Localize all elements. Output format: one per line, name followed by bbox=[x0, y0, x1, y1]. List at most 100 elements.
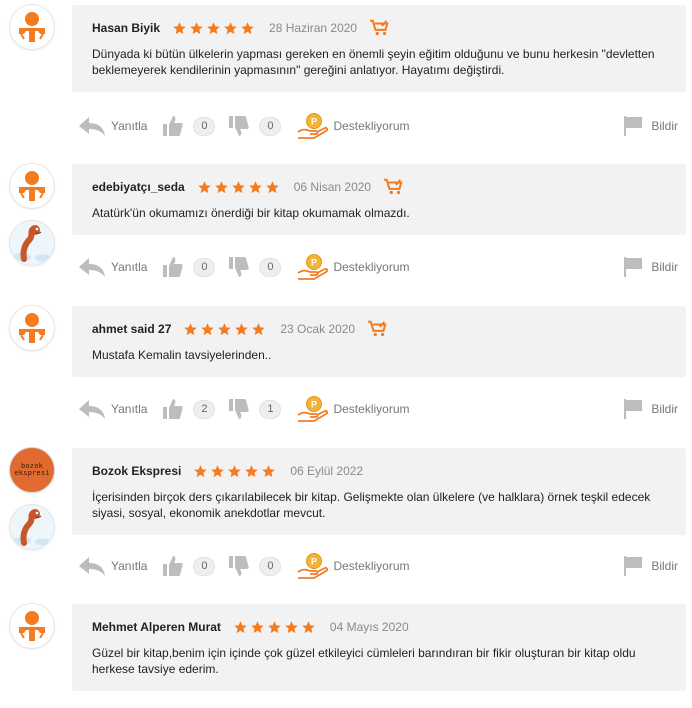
reply-button[interactable]: Yanıtla bbox=[78, 256, 147, 278]
cart-check-icon bbox=[368, 320, 387, 337]
review-bubble: Mehmet Alperen Murat 04 Mayıs 2020 Güzel… bbox=[72, 604, 686, 691]
reply-icon bbox=[79, 117, 105, 136]
review-username[interactable]: Bozok Ekspresi bbox=[92, 464, 181, 478]
flag-icon bbox=[624, 556, 643, 576]
review-text: Dünyada ki bütün ülkelerin yapması gerek… bbox=[92, 47, 655, 77]
star-icon bbox=[201, 322, 215, 335]
star-icon bbox=[265, 180, 279, 193]
star-icon bbox=[214, 180, 228, 193]
support-button[interactable]: P Destekliyorum bbox=[297, 253, 410, 281]
reply-label: Yanıtla bbox=[111, 559, 148, 573]
like-button[interactable]: 0 bbox=[163, 555, 216, 577]
star-icon bbox=[184, 322, 198, 335]
cart-check-icon bbox=[370, 19, 389, 36]
avatar-column bbox=[10, 5, 54, 62]
review-header: Hasan Biyik 28 Haziran 2020 bbox=[92, 18, 666, 38]
dislike-count: 0 bbox=[259, 116, 282, 136]
review-header: edebiyatçı_seda 06 Nisan 2020 bbox=[92, 177, 666, 197]
support-coin-hand-icon: P bbox=[297, 113, 329, 139]
review-username[interactable]: Hasan Biyik bbox=[92, 21, 160, 35]
dislike-button[interactable]: 0 bbox=[229, 115, 282, 137]
review-username[interactable]: edebiyatçı_seda bbox=[92, 180, 185, 194]
review-text: Güzel bir kitap,benim için içinde çok gü… bbox=[92, 646, 636, 676]
support-coin-hand-icon: P bbox=[297, 553, 329, 579]
report-button[interactable]: Bildir bbox=[623, 257, 678, 277]
reply-button[interactable]: Yanıtla bbox=[78, 555, 147, 577]
star-icon bbox=[248, 180, 262, 193]
star-icon bbox=[251, 620, 264, 633]
avatar[interactable] bbox=[10, 306, 54, 350]
report-label: Bildir bbox=[651, 260, 678, 274]
like-count: 0 bbox=[193, 116, 216, 136]
review-text: Atatürk'ün okumamızı önerdiği bir kitap … bbox=[92, 206, 410, 220]
review-header: ahmet said 27 23 Ocak 2020 bbox=[92, 319, 666, 339]
support-coin-hand-icon: P bbox=[297, 254, 329, 280]
support-coin-hand-icon: P bbox=[297, 396, 329, 422]
support-button[interactable]: P Destekliyorum bbox=[297, 552, 410, 580]
svg-text:P: P bbox=[311, 557, 317, 567]
like-count: 0 bbox=[193, 556, 216, 576]
dislike-count: 0 bbox=[259, 257, 282, 277]
review-header: Bozok Ekspresi 06 Eylül 2022 bbox=[92, 461, 666, 481]
avatar[interactable] bbox=[10, 5, 54, 49]
reply-icon bbox=[79, 557, 105, 576]
star-icon bbox=[207, 21, 220, 34]
star-icon bbox=[268, 620, 281, 633]
rating-stars bbox=[172, 21, 255, 36]
review-actions: Yanıtla 0 0 P Destekliyorum Bildir bbox=[78, 553, 678, 579]
thumbs-up-icon bbox=[163, 257, 184, 277]
review-text: İçerisinden birçok ders çıkarılabilecek … bbox=[92, 490, 651, 520]
star-icon bbox=[190, 21, 203, 34]
support-button[interactable]: P Destekliyorum bbox=[297, 112, 410, 140]
dislike-button[interactable]: 0 bbox=[229, 555, 282, 577]
review-date: 06 Nisan 2020 bbox=[293, 180, 372, 194]
avatar[interactable] bbox=[10, 164, 54, 208]
review-username[interactable]: Mehmet Alperen Murat bbox=[92, 620, 221, 634]
report-button[interactable]: Bildir bbox=[623, 556, 678, 576]
avatar[interactable]: bozok ekspresi bbox=[10, 448, 54, 492]
dislike-button[interactable]: 0 bbox=[229, 256, 282, 278]
dislike-button[interactable]: 1 bbox=[229, 398, 282, 420]
report-button[interactable]: Bildir bbox=[623, 399, 678, 419]
report-button[interactable]: Bildir bbox=[623, 116, 678, 136]
avatar[interactable] bbox=[10, 221, 54, 265]
reply-button[interactable]: Yanıtla bbox=[78, 398, 147, 420]
review-actions: Yanıtla 2 1 P Destekliyorum Bildir bbox=[78, 396, 678, 422]
star-icon bbox=[245, 464, 259, 477]
worm-icon bbox=[13, 225, 51, 262]
support-label: Destekliyorum bbox=[333, 402, 410, 416]
support-label: Destekliyorum bbox=[333, 119, 410, 133]
like-button[interactable]: 2 bbox=[163, 398, 216, 420]
reply-label: Yanıtla bbox=[111, 402, 148, 416]
thumbs-up-icon bbox=[163, 399, 184, 419]
review-date: 23 Ocak 2020 bbox=[280, 322, 356, 336]
rating-stars bbox=[197, 180, 280, 195]
star-icon bbox=[197, 180, 211, 193]
support-label: Destekliyorum bbox=[333, 559, 410, 573]
star-icon bbox=[285, 620, 298, 633]
review-header: Mehmet Alperen Murat 04 Mayıs 2020 bbox=[92, 617, 666, 637]
default-user-icon bbox=[19, 611, 45, 641]
star-icon bbox=[231, 180, 245, 193]
reply-button[interactable]: Yanıtla bbox=[78, 115, 147, 137]
like-button[interactable]: 0 bbox=[163, 256, 216, 278]
review-date: 06 Eylül 2022 bbox=[290, 464, 364, 478]
avatar-column bbox=[10, 604, 54, 661]
review-bubble: Hasan Biyik 28 Haziran 2020 Dünyada ki b… bbox=[72, 5, 686, 92]
review-username[interactable]: ahmet said 27 bbox=[92, 322, 171, 336]
thumbs-down-icon bbox=[229, 257, 250, 277]
report-label: Bildir bbox=[651, 559, 678, 573]
cart-check-icon bbox=[384, 178, 403, 195]
svg-text:P: P bbox=[311, 400, 317, 410]
star-icon bbox=[194, 464, 208, 477]
review-bubble: ahmet said 27 23 Ocak 2020 Mustafa Kemal… bbox=[72, 306, 686, 377]
rating-stars bbox=[193, 464, 276, 479]
star-icon bbox=[241, 21, 254, 34]
rating-stars bbox=[183, 322, 266, 337]
like-button[interactable]: 0 bbox=[163, 115, 216, 137]
avatar[interactable] bbox=[10, 604, 54, 648]
support-button[interactable]: P Destekliyorum bbox=[297, 395, 410, 423]
avatar[interactable] bbox=[10, 505, 54, 549]
report-label: Bildir bbox=[651, 402, 678, 416]
like-count: 2 bbox=[193, 399, 216, 419]
